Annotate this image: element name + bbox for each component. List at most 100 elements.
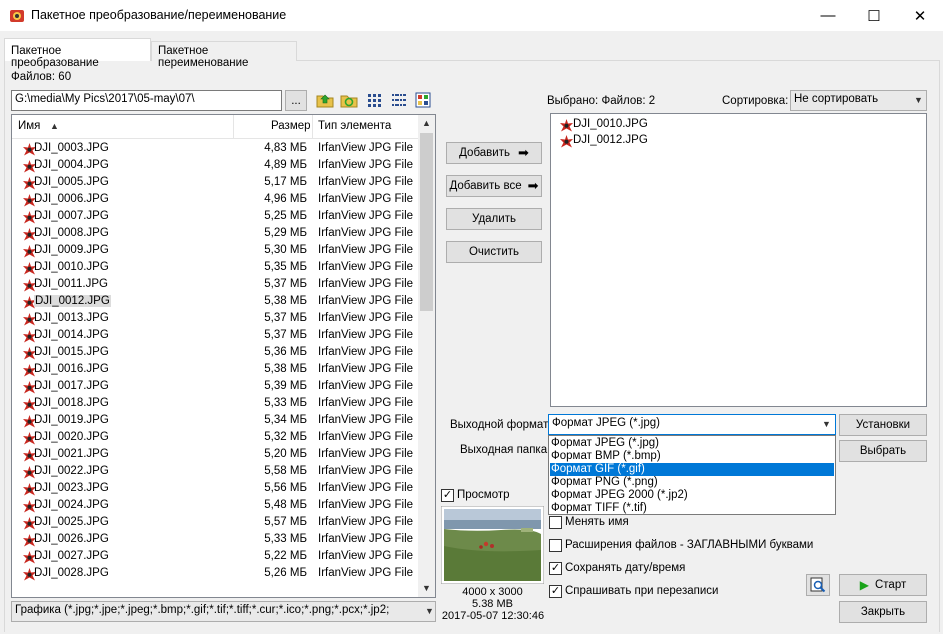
ask-overwrite-checkbox[interactable]: ✓ <box>549 585 562 598</box>
file-size: 5,58 МБ <box>264 465 307 477</box>
file-size: 5,36 МБ <box>264 346 307 358</box>
file-name: DJI_0025.JPG <box>34 516 109 528</box>
file-row[interactable]: DJI_0008.JPG 5,29 МБ IrfanView JPG File <box>12 225 417 242</box>
file-type: IrfanView JPG File <box>318 261 414 273</box>
tab-batch-rename[interactable]: Пакетное переименование <box>151 41 297 69</box>
maximize-button[interactable]: ☐ <box>851 0 897 31</box>
keep-date-checkbox[interactable]: ✓ <box>549 562 562 575</box>
file-size: 5,37 МБ <box>264 329 307 341</box>
format-option[interactable]: Формат JPEG (*.jpg) <box>550 437 834 450</box>
column-type[interactable]: Тип элемента <box>318 120 391 132</box>
file-row[interactable]: DJI_0010.JPG 5,35 МБ IrfanView JPG File <box>12 259 417 276</box>
file-row[interactable]: DJI_0004.JPG 4,89 МБ IrfanView JPG File <box>12 157 417 174</box>
browse-folder-button[interactable]: ... <box>285 90 307 111</box>
file-row[interactable]: DJI_0012.JPG 5,38 МБ IrfanView JPG File <box>12 293 417 310</box>
format-option[interactable]: Формат BMP (*.bmp) <box>550 450 834 463</box>
file-row[interactable]: DJI_0019.JPG 5,34 МБ IrfanView JPG File <box>12 412 417 429</box>
scrollbar-thumb[interactable] <box>420 133 433 311</box>
files-count-label: Файлов: 60 <box>11 71 72 83</box>
file-type: IrfanView JPG File <box>318 380 414 392</box>
view-icons-icon[interactable] <box>367 92 383 108</box>
file-name: DJI_0011.JPG <box>34 278 108 290</box>
file-row[interactable]: DJI_0026.JPG 5,33 МБ IrfanView JPG File <box>12 531 417 548</box>
view-list-icon[interactable] <box>391 92 407 108</box>
selected-file-row[interactable]: DJI_0010.JPG <box>551 116 921 133</box>
close-dialog-button[interactable]: Закрыть <box>839 601 927 623</box>
output-format-label: Выходной формат: <box>450 419 552 431</box>
settings-button[interactable]: Установки <box>839 414 927 436</box>
file-row[interactable]: DJI_0011.JPG 5,37 МБ IrfanView JPG File <box>12 276 417 293</box>
column-size[interactable]: Размер <box>271 120 311 132</box>
uppercase-ext-checkbox[interactable] <box>549 539 562 552</box>
minimize-button[interactable]: — <box>805 0 851 31</box>
file-size: 5,20 МБ <box>264 448 307 460</box>
scroll-up-icon[interactable]: ▲ <box>422 118 431 128</box>
file-row[interactable]: DJI_0017.JPG 5,39 МБ IrfanView JPG File <box>12 378 417 395</box>
clear-button[interactable]: Очистить <box>446 241 542 263</box>
format-option[interactable]: Формат GIF (*.gif) <box>550 463 834 476</box>
refresh-folder-icon[interactable] <box>340 91 358 109</box>
view-thumbnails-icon[interactable] <box>415 92 431 108</box>
start-button[interactable]: ▶ Старт <box>839 574 927 596</box>
file-row[interactable]: DJI_0024.JPG 5,48 МБ IrfanView JPG File <box>12 497 417 514</box>
file-row[interactable]: DJI_0018.JPG 5,33 МБ IrfanView JPG File <box>12 395 417 412</box>
choose-folder-button[interactable]: Выбрать <box>839 440 927 462</box>
selected-files-list[interactable]: DJI_0010.JPG DJI_0012.JPG <box>550 113 927 407</box>
folder-up-icon[interactable] <box>316 91 334 109</box>
tab-batch-convert[interactable]: Пакетное преобразование <box>4 38 151 69</box>
file-size: 5,17 МБ <box>264 176 307 188</box>
file-row[interactable]: DJI_0028.JPG 5,26 МБ IrfanView JPG File <box>12 565 417 582</box>
close-window-button[interactable]: ✕ <box>897 0 943 31</box>
format-option[interactable]: Формат JPEG 2000 (*.jp2) <box>550 489 834 502</box>
file-name: DJI_0010.JPG <box>34 261 109 273</box>
file-row[interactable]: DJI_0007.JPG 5,25 МБ IrfanView JPG File <box>12 208 417 225</box>
format-option[interactable]: Формат TIFF (*.tif) <box>550 502 834 515</box>
file-row[interactable]: DJI_0013.JPG 5,37 МБ IrfanView JPG File <box>12 310 417 327</box>
output-format-dropdown[interactable]: Формат JPEG (*.jpg) Формат BMP (*.bmp) Фор… <box>548 435 836 515</box>
output-format-select[interactable]: Формат JPEG (*.jpg) <box>548 414 836 435</box>
file-type: IrfanView JPG File <box>318 397 414 409</box>
file-type: IrfanView JPG File <box>318 312 414 324</box>
selected-file-row[interactable]: DJI_0012.JPG <box>551 132 921 149</box>
file-row[interactable]: DJI_0027.JPG 5,22 МБ IrfanView JPG File <box>12 548 417 565</box>
filter-chevron-down-icon: ▼ <box>425 606 434 616</box>
add-button[interactable]: Добавить ➡ <box>446 142 542 164</box>
file-row[interactable]: DJI_0006.JPG 4,96 МБ IrfanView JPG File <box>12 191 417 208</box>
file-size: 5,38 МБ <box>264 295 307 307</box>
preview-thumbnail-image <box>441 506 544 584</box>
sort-label: Сортировка: <box>722 95 789 107</box>
file-row[interactable]: DJI_0020.JPG 5,32 МБ IrfanView JPG File <box>12 429 417 446</box>
file-row[interactable]: DJI_0022.JPG 5,58 МБ IrfanView JPG File <box>12 463 417 480</box>
sort-select[interactable]: Не сортировать <box>790 90 927 111</box>
remove-button[interactable]: Удалить <box>446 208 542 230</box>
file-row[interactable]: DJI_0025.JPG 5,57 МБ IrfanView JPG File <box>12 514 417 531</box>
format-option[interactable]: Формат PNG (*.png) <box>550 476 834 489</box>
file-row[interactable]: DJI_0023.JPG 5,56 МБ IrfanView JPG File <box>12 480 417 497</box>
file-row[interactable]: DJI_0009.JPG 5,30 МБ IrfanView JPG File <box>12 242 417 259</box>
file-row[interactable]: DJI_0014.JPG 5,37 МБ IrfanView JPG File <box>12 327 417 344</box>
file-row[interactable]: DJI_0016.JPG 5,38 МБ IrfanView JPG File <box>12 361 417 378</box>
file-name: DJI_0014.JPG <box>34 329 109 341</box>
file-list-scrollbar[interactable]: ▲ ▼ <box>418 115 435 597</box>
file-size: 5,35 МБ <box>264 261 307 273</box>
file-row[interactable]: DJI_0015.JPG 5,36 МБ IrfanView JPG File <box>12 344 417 361</box>
preview-checkbox[interactable]: ✓ <box>441 489 454 502</box>
column-name[interactable]: Имя <box>18 120 40 132</box>
sort-ascending-icon: ▲ <box>50 121 59 131</box>
add-all-button[interactable]: Добавить все ➡ <box>446 175 542 197</box>
scroll-down-icon[interactable]: ▼ <box>422 583 431 593</box>
rename-checkbox[interactable] <box>549 516 562 529</box>
magnifier-icon <box>810 577 826 593</box>
file-size: 5,30 МБ <box>264 244 307 256</box>
file-type: IrfanView JPG File <box>318 414 414 426</box>
file-row[interactable]: DJI_0005.JPG 5,17 МБ IrfanView JPG File <box>12 174 417 191</box>
selected-file-name: DJI_0012.JPG <box>573 134 648 146</box>
file-row[interactable]: DJI_0003.JPG 4,83 МБ IrfanView JPG File <box>12 140 417 157</box>
file-row[interactable]: DJI_0021.JPG 5,20 МБ IrfanView JPG File <box>12 446 417 463</box>
preview-search-button[interactable] <box>806 574 830 596</box>
file-list[interactable]: Имя ▲ Размер Тип элемента DJI_0003.JPG 4,… <box>11 114 436 598</box>
file-type-filter-select[interactable]: Графика (*.jpg;*.jpe;*.jpeg;*.bmp;*.gif;… <box>11 601 436 622</box>
folder-path-input[interactable]: G:\media\My Pics\2017\05-may\07\ <box>11 90 282 111</box>
file-type: IrfanView JPG File <box>318 482 414 494</box>
format-chevron-down-icon: ▼ <box>822 419 831 429</box>
